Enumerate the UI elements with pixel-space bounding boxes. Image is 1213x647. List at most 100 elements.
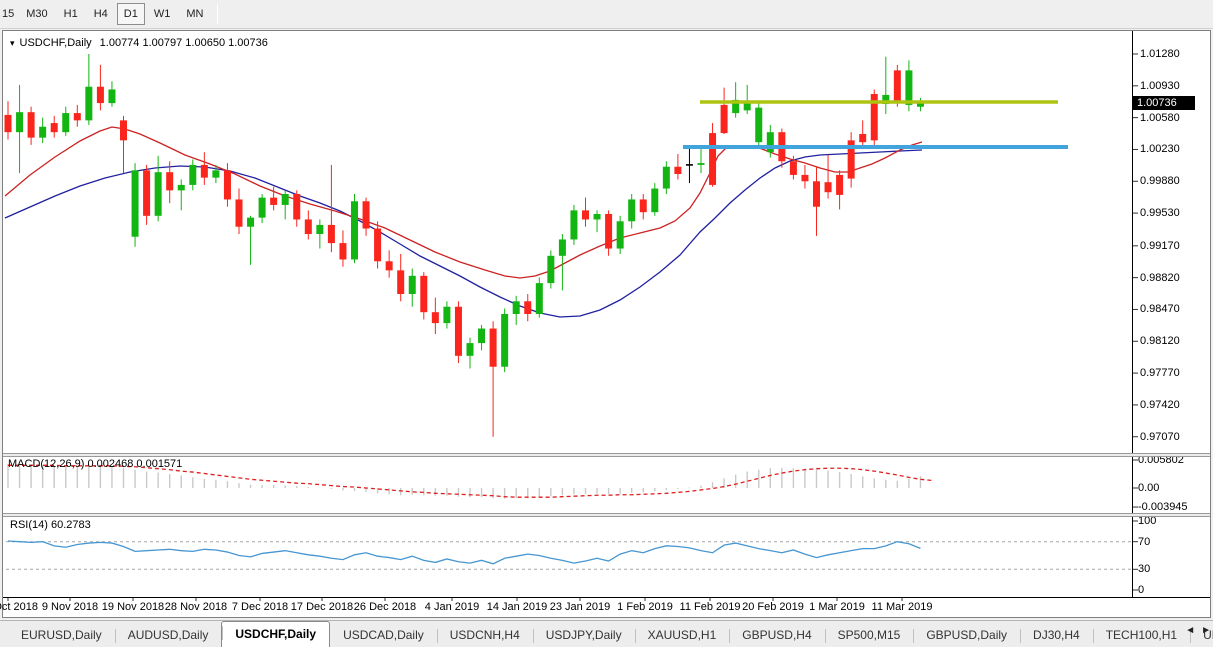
tab-usdcad-daily[interactable]: USDCAD,Daily bbox=[330, 625, 437, 647]
candle-body[interactable] bbox=[4, 114, 12, 133]
candle-body[interactable] bbox=[420, 275, 428, 313]
candle-body[interactable] bbox=[651, 188, 659, 213]
candle-body[interactable] bbox=[905, 70, 913, 105]
candle-body[interactable] bbox=[478, 328, 486, 344]
candle-body[interactable] bbox=[27, 112, 35, 138]
tab-audusd-daily[interactable]: AUDUSD,Daily bbox=[114, 625, 222, 647]
candle-body[interactable] bbox=[108, 89, 116, 104]
candle-body[interactable] bbox=[316, 224, 324, 235]
candle-body[interactable] bbox=[570, 210, 578, 240]
candle-body[interactable] bbox=[501, 314, 509, 367]
candle-body[interactable] bbox=[512, 301, 520, 315]
candle-body[interactable] bbox=[605, 214, 613, 249]
candle-body[interactable] bbox=[351, 201, 358, 260]
candle-body[interactable] bbox=[801, 174, 809, 182]
candle-body[interactable] bbox=[39, 126, 47, 138]
candle-body[interactable] bbox=[789, 161, 797, 175]
tab-xauusd-h1[interactable]: XAUUSD,H1 bbox=[634, 625, 730, 647]
timeframe-button-mn[interactable]: MN bbox=[179, 3, 210, 25]
candle-body[interactable] bbox=[62, 113, 70, 133]
tab-gbpusd-h4[interactable]: GBPUSD,H4 bbox=[729, 625, 824, 647]
candle-body[interactable] bbox=[270, 197, 278, 205]
candle-body[interactable] bbox=[662, 166, 670, 189]
tab-scroll-left-icon[interactable]: ◄ bbox=[1185, 625, 1195, 636]
tab-scroll-right-icon[interactable]: ► bbox=[1201, 625, 1211, 636]
candle-body[interactable] bbox=[385, 261, 393, 271]
candle-body[interactable] bbox=[131, 170, 139, 237]
candle-body[interactable] bbox=[743, 103, 751, 111]
candle-body[interactable] bbox=[628, 199, 636, 222]
candle-body[interactable] bbox=[443, 306, 451, 324]
candle-body[interactable] bbox=[431, 312, 439, 324]
candle-body[interactable] bbox=[16, 112, 24, 133]
candle-body[interactable] bbox=[916, 103, 924, 107]
candle-body[interactable] bbox=[558, 239, 566, 256]
candle-body[interactable] bbox=[189, 164, 197, 185]
candle-body[interactable] bbox=[223, 170, 231, 200]
candle-body[interactable] bbox=[766, 132, 774, 153]
candle-body[interactable] bbox=[304, 219, 312, 235]
timeframe-button-d1[interactable]: D1 bbox=[116, 3, 145, 25]
tab-gbpusd-daily[interactable]: GBPUSD,Daily bbox=[913, 625, 1020, 647]
timeframe-button-m30[interactable]: M30 bbox=[19, 3, 54, 25]
candle-body[interactable] bbox=[177, 184, 185, 191]
candle-body[interactable] bbox=[374, 228, 382, 262]
tab-tech100-h1[interactable]: TECH100,H1 bbox=[1092, 625, 1190, 647]
candle-body[interactable] bbox=[120, 120, 127, 141]
candle-body[interactable] bbox=[535, 283, 543, 315]
timeframe-button-w1[interactable]: W1 bbox=[147, 3, 178, 25]
candle-body[interactable] bbox=[85, 86, 93, 121]
tab-usdjpy-daily[interactable]: USDJPY,Daily bbox=[532, 625, 635, 647]
candle-body[interactable] bbox=[524, 301, 532, 315]
pane-splitter-rsi[interactable] bbox=[3, 513, 1210, 517]
candle-body[interactable] bbox=[166, 172, 174, 191]
candle-body[interactable] bbox=[697, 163, 705, 165]
candle-body[interactable] bbox=[593, 214, 601, 220]
candle-body[interactable] bbox=[281, 194, 289, 205]
candle-body[interactable] bbox=[200, 164, 208, 178]
pane-splitter-macd[interactable] bbox=[3, 453, 1210, 457]
candle-body[interactable] bbox=[639, 199, 647, 213]
candle-body[interactable] bbox=[96, 86, 104, 104]
candle-body[interactable] bbox=[893, 70, 901, 103]
candle-body[interactable] bbox=[362, 201, 370, 229]
chart-ohlc-values: 1.00774 1.00797 1.00650 1.00736 bbox=[99, 37, 268, 49]
candle-body[interactable] bbox=[616, 221, 624, 249]
candle-body[interactable] bbox=[50, 123, 58, 133]
tab-eurusd-daily[interactable]: EURUSD,Daily bbox=[8, 625, 115, 647]
candle-body[interactable] bbox=[408, 275, 416, 295]
candle-body[interactable] bbox=[235, 199, 243, 227]
tab-usdchf-daily[interactable]: USDCHF,Daily bbox=[221, 621, 331, 647]
candle-body[interactable] bbox=[247, 217, 255, 227]
tab-usdcnh-h4[interactable]: USDCNH,H4 bbox=[436, 625, 533, 647]
candle-body[interactable] bbox=[327, 224, 335, 244]
candle-body[interactable] bbox=[339, 243, 347, 260]
candle-body[interactable] bbox=[709, 133, 717, 185]
timeframe-button-15[interactable]: 15 bbox=[1, 3, 17, 25]
candle-body[interactable] bbox=[258, 197, 266, 218]
candle-body[interactable] bbox=[454, 306, 462, 356]
tab-dj30-h4[interactable]: DJ30,H4 bbox=[1020, 625, 1093, 647]
candle-body[interactable] bbox=[813, 181, 820, 207]
candle-body[interactable] bbox=[293, 194, 301, 220]
candle-body[interactable] bbox=[73, 113, 81, 121]
candle-body[interactable] bbox=[674, 166, 682, 175]
candle-body[interactable] bbox=[582, 210, 589, 220]
candle-body[interactable] bbox=[859, 134, 867, 143]
candle-body[interactable] bbox=[143, 170, 151, 216]
candle-body[interactable] bbox=[547, 255, 555, 284]
candle-body[interactable] bbox=[720, 104, 728, 134]
timeframe-button-h4[interactable]: H4 bbox=[87, 3, 115, 25]
tab-sp500-m15[interactable]: SP500,M15 bbox=[824, 625, 914, 647]
chart-plot-area[interactable] bbox=[0, 0, 1213, 647]
candle-body[interactable] bbox=[824, 182, 832, 193]
collapse-arrow-icon[interactable]: ▾ bbox=[10, 38, 15, 48]
candle-body[interactable] bbox=[489, 328, 497, 367]
candle-body[interactable] bbox=[154, 172, 162, 216]
candle-body[interactable] bbox=[466, 343, 474, 356]
candle-body[interactable] bbox=[755, 107, 763, 143]
candle-body[interactable] bbox=[397, 270, 405, 295]
candle-body[interactable] bbox=[836, 174, 844, 195]
timeframe-button-h1[interactable]: H1 bbox=[57, 3, 85, 25]
candle-body[interactable] bbox=[212, 170, 220, 178]
